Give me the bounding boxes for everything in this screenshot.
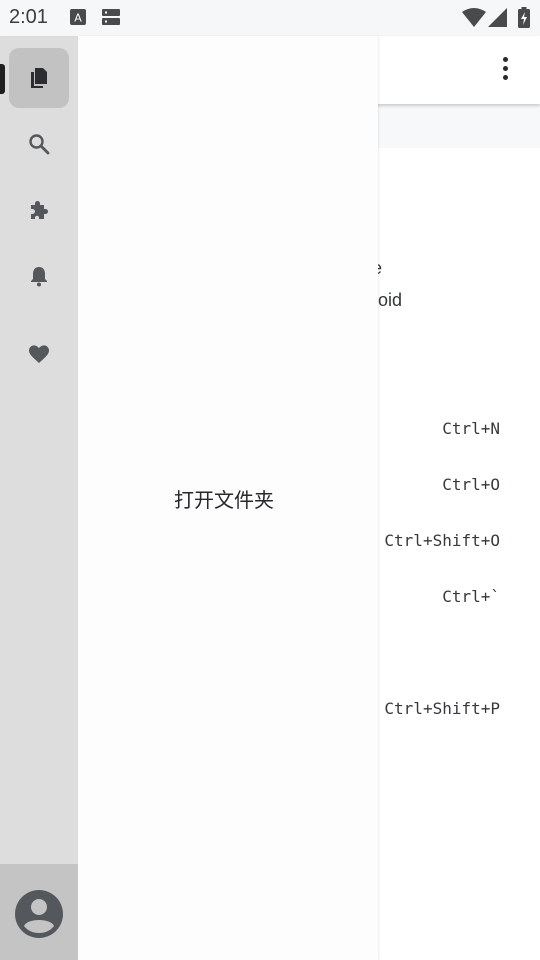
puzzle-icon — [31, 201, 48, 219]
shortcut-open-file: Ctrl+O — [442, 475, 500, 494]
shortcut-new-file: Ctrl+N — [442, 419, 500, 438]
files-icon — [31, 68, 47, 88]
activity-bar — [0, 36, 78, 960]
explorer-drawer: 打开文件夹 — [78, 36, 378, 960]
account-area — [0, 864, 78, 960]
heart-icon — [29, 345, 49, 363]
shortcut-open-folder: Ctrl+Shift+O — [384, 531, 500, 550]
activity-notifications[interactable] — [9, 246, 69, 306]
activity-favorites[interactable] — [9, 324, 69, 384]
activity-extensions[interactable] — [9, 180, 69, 240]
account-icon — [15, 890, 63, 938]
status-time: 2:01 — [9, 6, 48, 28]
bell-icon — [31, 267, 47, 287]
keyboard-a-icon: A — [70, 9, 86, 30]
activity-search[interactable] — [9, 114, 69, 174]
svg-text:A: A — [74, 12, 82, 25]
battery-charging-icon — [518, 7, 530, 33]
open-folder-button[interactable]: 打开文件夹 — [174, 484, 274, 513]
search-icon — [29, 134, 50, 155]
storage-icon — [102, 9, 120, 30]
more-vert-icon — [503, 57, 508, 62]
status-bar: 2:01 A — [0, 0, 540, 36]
active-indicator — [0, 64, 5, 94]
more-options-button[interactable] — [496, 54, 516, 84]
wifi-icon — [462, 8, 486, 33]
signal-icon — [488, 8, 508, 33]
account-button[interactable] — [13, 888, 65, 940]
shortcut-terminal: Ctrl+` — [442, 587, 500, 606]
activity-explorer[interactable] — [9, 48, 69, 108]
shortcut-command-palette: Ctrl+Shift+P — [384, 699, 500, 718]
